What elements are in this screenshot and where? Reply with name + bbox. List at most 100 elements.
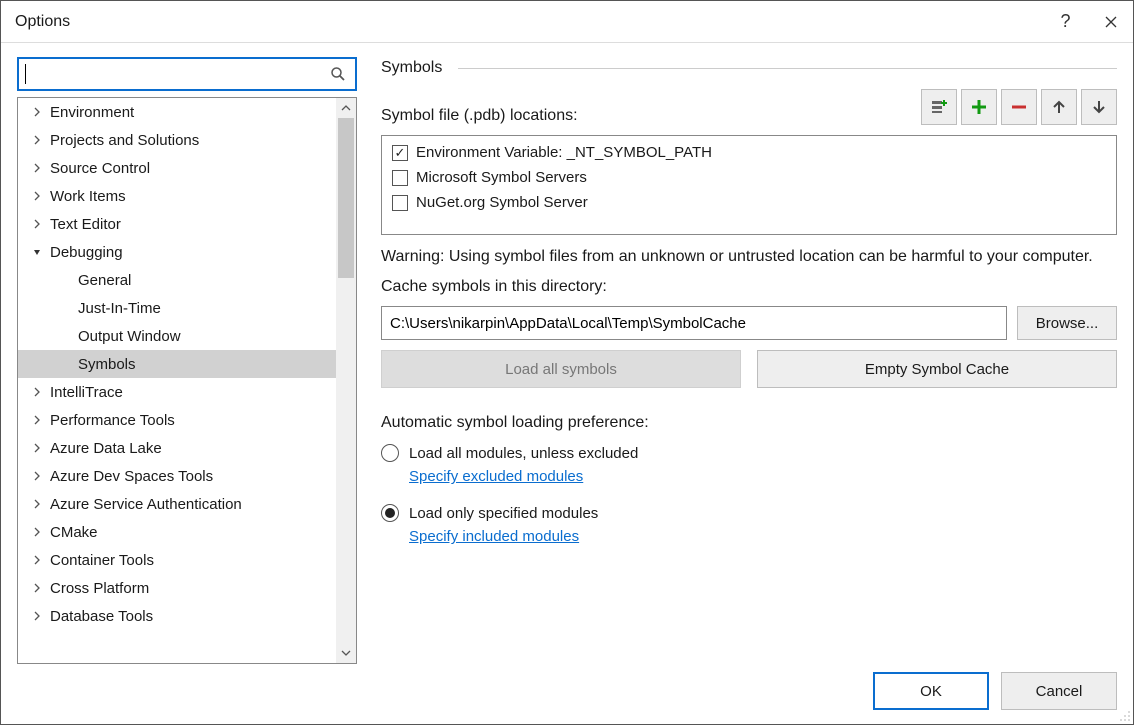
tree-item-azure-data-lake[interactable]: Azure Data Lake — [18, 434, 336, 462]
chevron-right-icon[interactable] — [30, 441, 44, 455]
tree-item-label: Just-In-Time — [78, 300, 161, 317]
tree-item-label: Performance Tools — [50, 412, 175, 429]
tree-item-label: Output Window — [78, 328, 181, 345]
options-tree: EnvironmentProjects and Solutions Source … — [17, 97, 357, 664]
arrow-down-icon — [1090, 98, 1108, 116]
remove-button[interactable] — [1001, 89, 1037, 125]
arrow-up-icon — [1050, 98, 1068, 116]
location-item[interactable]: NuGet.org Symbol Server — [392, 194, 1106, 211]
tree-item-label: Source Control — [50, 160, 150, 177]
tree-item-azure-service-authentication[interactable]: Azure Service Authentication — [18, 490, 336, 518]
search-icon — [327, 63, 349, 85]
radio-load-all[interactable] — [381, 444, 399, 462]
scroll-down-arrow-icon[interactable] — [336, 643, 356, 663]
tree-item-label: Debugging — [50, 244, 123, 261]
ok-button[interactable]: OK — [873, 672, 989, 710]
text-caret — [25, 64, 26, 84]
radio-load-specified[interactable] — [381, 504, 399, 522]
tree-item-label: Azure Dev Spaces Tools — [50, 468, 213, 485]
move-up-button[interactable] — [1041, 89, 1077, 125]
tree-item-intellitrace[interactable]: IntelliTrace — [18, 378, 336, 406]
specify-included-link[interactable]: Specify included modules — [409, 522, 1117, 552]
tree-item-work-items[interactable]: Work Items — [18, 182, 336, 210]
search-box[interactable] — [17, 57, 357, 91]
chevron-right-icon[interactable] — [30, 413, 44, 427]
close-button[interactable] — [1088, 1, 1133, 42]
tree-item-just-in-time[interactable]: Just-In-Time — [18, 294, 336, 322]
move-down-button[interactable] — [1081, 89, 1117, 125]
window-title: Options — [15, 13, 70, 31]
tree-item-container-tools[interactable]: Container Tools — [18, 546, 336, 574]
preference-label: Automatic symbol loading preference: — [381, 414, 1117, 432]
empty-symbol-cache-button[interactable]: Empty Symbol Cache — [757, 350, 1117, 388]
location-checkbox[interactable] — [392, 195, 408, 211]
minus-icon — [1010, 98, 1028, 116]
location-label: NuGet.org Symbol Server — [416, 194, 588, 211]
chevron-right-icon[interactable] — [30, 385, 44, 399]
new-location-button[interactable] — [921, 89, 957, 125]
chevron-down-icon[interactable] — [30, 245, 44, 259]
load-all-symbols-button[interactable]: Load all symbols — [381, 350, 741, 388]
tree-item-cmake[interactable]: CMake — [18, 518, 336, 546]
tree-item-label: CMake — [50, 524, 98, 541]
cache-directory-input[interactable] — [381, 306, 1007, 340]
chevron-right-icon[interactable] — [30, 553, 44, 567]
scroll-thumb[interactable] — [338, 118, 354, 278]
tree-item-azure-dev-spaces-tools[interactable]: Azure Dev Spaces Tools — [18, 462, 336, 490]
tree-item-source-control[interactable]: Source Control — [18, 154, 336, 182]
location-checkbox[interactable] — [392, 145, 408, 161]
resize-grip-icon[interactable] — [1117, 708, 1131, 722]
chevron-right-icon[interactable] — [30, 581, 44, 595]
tree-item-label: Container Tools — [50, 552, 154, 569]
scroll-up-arrow-icon[interactable] — [336, 98, 356, 118]
location-item[interactable]: Environment Variable: _NT_SYMBOL_PATH — [392, 144, 1106, 161]
browse-button[interactable]: Browse... — [1017, 306, 1117, 340]
dialog-footer: OK Cancel — [873, 672, 1117, 710]
tree-item-label: Symbols — [78, 356, 136, 373]
cancel-button[interactable]: Cancel — [1001, 672, 1117, 710]
tree-item-label: IntelliTrace — [50, 384, 123, 401]
chevron-right-icon[interactable] — [30, 217, 44, 231]
left-panel: EnvironmentProjects and Solutions Source … — [17, 57, 357, 664]
scroll-track[interactable] — [336, 118, 356, 643]
tree-item-debugging[interactable]: Debugging — [18, 238, 336, 266]
tree-scrollbar[interactable] — [336, 98, 356, 663]
chevron-right-icon[interactable] — [30, 133, 44, 147]
chevron-right-icon[interactable] — [30, 469, 44, 483]
tree-item-database-tools[interactable]: Database Tools — [18, 602, 336, 630]
tree-item-label: General — [78, 272, 131, 289]
locations-label: Symbol file (.pdb) locations: — [381, 107, 911, 125]
tree-item-label: Database Tools — [50, 608, 153, 625]
warning-text: Warning: Using symbol files from an unkn… — [381, 245, 1117, 268]
locations-toolbar — [921, 89, 1117, 125]
tree-item-projects-and-solutions[interactable]: Projects and Solutions — [18, 126, 336, 154]
location-label: Microsoft Symbol Servers — [416, 169, 587, 186]
chevron-right-icon[interactable] — [30, 497, 44, 511]
locations-list[interactable]: Environment Variable: _NT_SYMBOL_PATH Mic… — [381, 135, 1117, 235]
chevron-right-icon[interactable] — [30, 525, 44, 539]
location-item[interactable]: Microsoft Symbol Servers — [392, 169, 1106, 186]
tree-item-cross-platform[interactable]: Cross Platform — [18, 574, 336, 602]
cache-label: Cache symbols in this directory: — [381, 278, 1117, 296]
add-button[interactable] — [961, 89, 997, 125]
chevron-right-icon[interactable] — [30, 189, 44, 203]
plus-icon — [970, 98, 988, 116]
location-label: Environment Variable: _NT_SYMBOL_PATH — [416, 144, 712, 161]
search-input[interactable] — [19, 59, 327, 89]
help-button[interactable]: ? — [1043, 1, 1088, 42]
options-dialog: Options ? EnvironmentProjects and Soluti… — [0, 0, 1134, 725]
chevron-right-icon[interactable] — [30, 161, 44, 175]
tree-item-output-window[interactable]: Output Window — [18, 322, 336, 350]
location-checkbox[interactable] — [392, 170, 408, 186]
tree-item-general[interactable]: General — [18, 266, 336, 294]
specify-excluded-link[interactable]: Specify excluded modules — [409, 462, 1117, 492]
tree-item-text-editor[interactable]: Text Editor — [18, 210, 336, 238]
chevron-right-icon[interactable] — [30, 105, 44, 119]
tree-item-performance-tools[interactable]: Performance Tools — [18, 406, 336, 434]
chevron-right-icon[interactable] — [30, 609, 44, 623]
close-icon — [1105, 16, 1117, 28]
tree-item-environment[interactable]: Environment — [18, 98, 336, 126]
server-add-icon — [930, 98, 948, 116]
tree-item-symbols[interactable]: Symbols — [18, 350, 336, 378]
tree-item-label: Cross Platform — [50, 580, 149, 597]
